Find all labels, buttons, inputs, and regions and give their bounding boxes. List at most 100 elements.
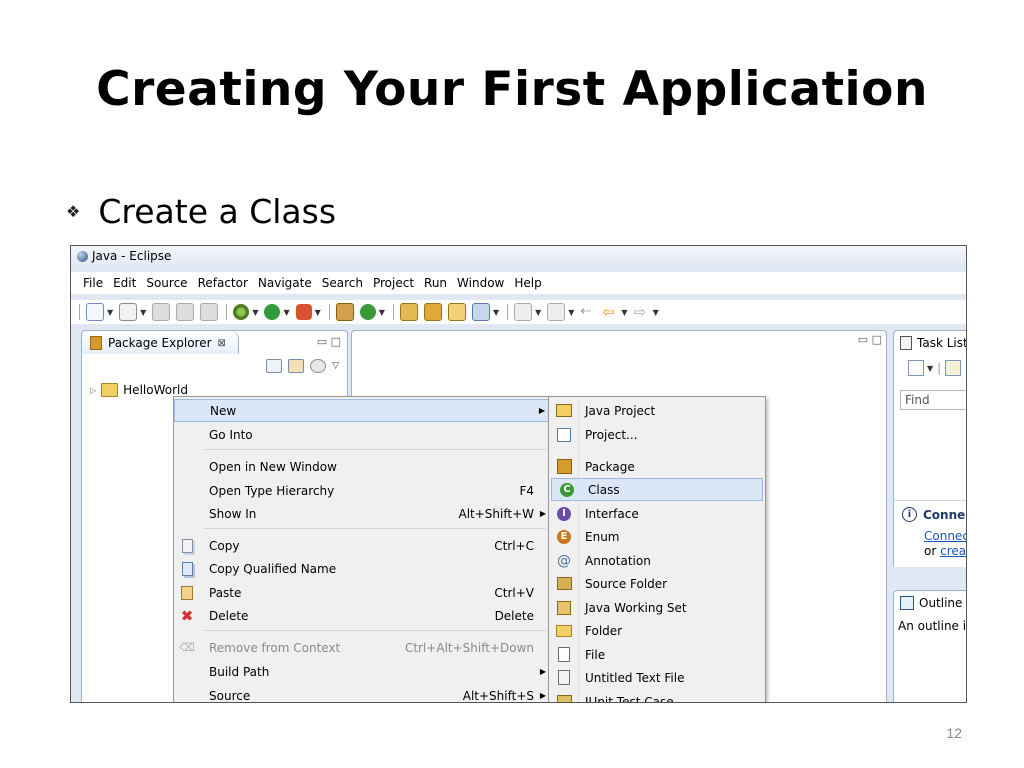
new-icon[interactable]: [86, 303, 104, 321]
menu-edit[interactable]: Edit: [113, 276, 136, 290]
external-tools-icon[interactable]: [295, 304, 312, 320]
chevron-down-icon[interactable]: ▼: [568, 308, 574, 317]
find-input[interactable]: Find: [900, 390, 966, 410]
view-menu-icon[interactable]: ▽: [332, 361, 339, 371]
text-file-icon: [555, 669, 573, 687]
submenu-item-enum[interactable]: E Enum: [549, 525, 765, 548]
new-wizard-icon[interactable]: [119, 303, 138, 321]
submenu-item-folder[interactable]: Folder: [549, 619, 765, 642]
debug-icon[interactable]: [233, 304, 250, 320]
submenu-item-untitled-text-file[interactable]: Untitled Text File: [549, 666, 765, 689]
submenu-item-project[interactable]: Project...: [549, 423, 765, 446]
menu-window[interactable]: Window: [457, 276, 504, 290]
menu-item-new[interactable]: New ▶: [174, 399, 550, 422]
menu-item-copy[interactable]: Copy Ctrl+C: [174, 534, 550, 557]
menu-search[interactable]: Search: [322, 276, 363, 290]
menu-item-open-type-hierarchy[interactable]: Open Type Hierarchy F4: [174, 479, 550, 502]
save-icon[interactable]: [152, 303, 171, 321]
chevron-down-icon[interactable]: ▼: [140, 308, 146, 317]
connect-link[interactable]: Connec: [924, 529, 966, 543]
chevron-down-icon[interactable]: ▼: [653, 308, 659, 317]
tab-task-list[interactable]: Task List: [893, 330, 967, 356]
focus-icon[interactable]: [945, 360, 962, 376]
menu-run[interactable]: Run: [424, 276, 447, 290]
chevron-down-icon[interactable]: ▼: [315, 308, 321, 317]
print-icon[interactable]: [200, 303, 219, 321]
expand-arrow-icon[interactable]: ▷: [90, 386, 96, 395]
submenu-item-label: Java Project: [585, 403, 656, 418]
open-folder-icon[interactable]: [423, 303, 442, 321]
open-task-icon[interactable]: [447, 303, 466, 321]
menu-item-open-new-window[interactable]: Open in New Window: [174, 455, 550, 478]
project-folder-icon: [101, 383, 119, 397]
tab-outline[interactable]: Outline: [893, 590, 966, 616]
close-icon[interactable]: ⊠: [218, 338, 226, 349]
menu-file[interactable]: File: [83, 276, 103, 290]
new-package-icon[interactable]: [335, 303, 354, 321]
back-icon[interactable]: ⇦: [602, 304, 618, 320]
menu-help[interactable]: Help: [514, 276, 541, 290]
package-explorer-toolbar: ▽: [260, 359, 339, 373]
chevron-down-icon[interactable]: ▼: [252, 308, 258, 317]
collapse-all-icon[interactable]: [266, 359, 283, 373]
run-icon[interactable]: [264, 304, 281, 320]
chevron-down-icon[interactable]: ▼: [535, 308, 541, 317]
next-annotation-icon[interactable]: [514, 303, 533, 321]
menu-item-label: Build Path: [209, 664, 270, 679]
minimize-icon[interactable]: ▭: [317, 335, 327, 348]
task-list-icon: [900, 336, 912, 350]
submenu-item-class[interactable]: C Class: [551, 478, 763, 501]
focus-task-icon[interactable]: [310, 359, 327, 373]
menu-item-copy-qualified-name[interactable]: Copy Qualified Name: [174, 557, 550, 580]
new-task-icon[interactable]: [908, 360, 924, 376]
menu-project[interactable]: Project: [373, 276, 414, 290]
submenu-item-java-working-set[interactable]: Java Working Set: [549, 596, 765, 619]
bullet-diamond-icon: ❖: [66, 202, 81, 221]
submenu-item-java-project[interactable]: Java Project: [549, 399, 765, 422]
last-edit-location-icon[interactable]: ⇠: [580, 304, 596, 320]
menu-source[interactable]: Source: [146, 276, 187, 290]
task-list-label: Task List: [917, 336, 967, 350]
new-class-icon[interactable]: [359, 304, 376, 320]
chevron-down-icon[interactable]: ▼: [107, 308, 113, 317]
menu-item-show-in[interactable]: Show In Alt+Shift+W ▶: [174, 502, 550, 525]
save-all-icon[interactable]: [176, 303, 195, 321]
eclipse-screenshot: Java - Eclipse File Edit Source Refactor…: [70, 245, 967, 703]
menu-item-source[interactable]: Source Alt+Shift+S ▶: [174, 684, 550, 703]
previous-annotation-icon[interactable]: [547, 303, 566, 321]
tab-package-explorer[interactable]: Package Explorer ⊠: [82, 331, 239, 355]
search-icon[interactable]: [471, 303, 490, 321]
menu-item-go-into[interactable]: Go Into: [174, 423, 550, 446]
chevron-down-icon[interactable]: ▼: [927, 364, 933, 373]
forward-icon[interactable]: ⇨: [634, 304, 650, 320]
create-link[interactable]: creat: [940, 544, 966, 558]
chevron-down-icon[interactable]: ▼: [621, 308, 627, 317]
menu-item-delete[interactable]: ✖ Delete Delete: [174, 604, 550, 627]
chevron-down-icon[interactable]: ▼: [493, 308, 499, 317]
menu-item-build-path[interactable]: Build Path ▶: [174, 660, 550, 683]
submenu-item-junit-test-case[interactable]: JUnit Test Case: [549, 690, 765, 702]
link-with-editor-icon[interactable]: [288, 359, 305, 373]
file-icon: [555, 646, 573, 664]
submenu-item-annotation[interactable]: @ Annotation: [549, 549, 765, 572]
slide-title: Creating Your First Application: [96, 62, 928, 117]
maximize-icon[interactable]: □: [331, 335, 341, 348]
menu-navigate[interactable]: Navigate: [258, 276, 312, 290]
submenu-item-source-folder[interactable]: Source Folder: [549, 572, 765, 595]
toolbar-separator: [226, 304, 228, 320]
submenu-arrow-icon: ▶: [538, 406, 545, 415]
submenu-item-package[interactable]: Package: [549, 455, 765, 478]
submenu-item-interface[interactable]: I Interface: [549, 502, 765, 525]
menu-refactor[interactable]: Refactor: [198, 276, 248, 290]
chevron-down-icon[interactable]: ▼: [283, 308, 289, 317]
minimize-icon[interactable]: ▭: [858, 333, 868, 346]
submenu-item-file[interactable]: File: [549, 643, 765, 666]
menu-item-shortcut: Ctrl+V: [494, 585, 534, 600]
toolbar-separator: [79, 304, 80, 320]
tree-item-project[interactable]: ▷ HelloWorld: [90, 383, 188, 397]
submenu-item-label: Interface: [585, 506, 639, 521]
open-type-icon[interactable]: [399, 303, 418, 321]
menu-item-paste[interactable]: Paste Ctrl+V: [174, 581, 550, 604]
maximize-icon[interactable]: □: [872, 333, 882, 346]
chevron-down-icon[interactable]: ▼: [379, 308, 385, 317]
